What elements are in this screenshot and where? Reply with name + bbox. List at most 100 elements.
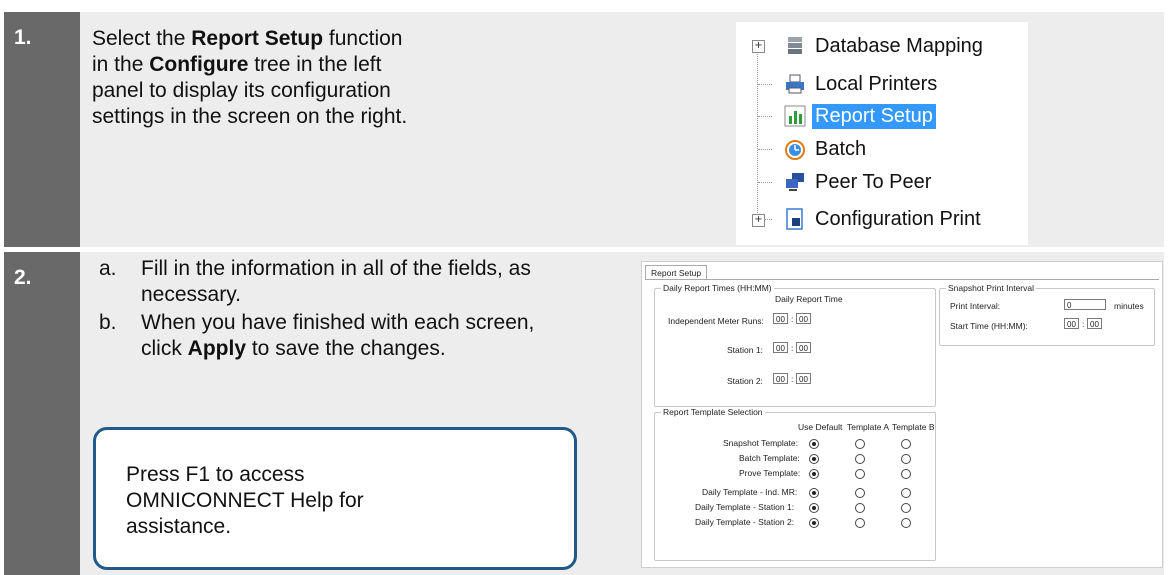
radio-use-default[interactable] (809, 454, 819, 464)
report-chart-icon (784, 105, 806, 127)
callout-text: Press F1 to access OMNICONNECT Help for … (126, 463, 364, 538)
apply-bold-text: Apply (187, 337, 247, 360)
radio-use-default[interactable] (809, 469, 819, 479)
row-label: Station 2: (727, 376, 763, 386)
tab-report-setup[interactable]: Report Setup (645, 265, 708, 280)
radio-template-b[interactable] (901, 518, 911, 528)
radio-template-b[interactable] (901, 488, 911, 498)
column-header-template-a: Template A (847, 422, 890, 432)
column-header-use-default: Use Default (798, 422, 843, 432)
tree-connector (757, 50, 758, 225)
time-separator: : (791, 374, 794, 384)
time-separator: : (791, 343, 794, 353)
tree-item-label: Local Printers (815, 72, 938, 95)
print-interval-field[interactable]: 0 (1064, 299, 1106, 310)
tree-item-peer-to-peer[interactable]: Peer To Peer (784, 166, 934, 198)
step-1-instruction: Select the Report Setup function in the … (92, 26, 422, 130)
minutes-field[interactable]: 00 (796, 373, 811, 384)
template-row-label: Daily Template - Ind. MR: (702, 487, 798, 497)
tree-connector (758, 84, 772, 85)
column-header-template-b: Template B (892, 422, 935, 432)
list-marker: a. (99, 257, 117, 280)
radio-use-default[interactable] (809, 503, 819, 513)
radio-template-a[interactable] (855, 469, 865, 479)
tree-item-label: Batch (815, 137, 867, 160)
print-interval-label: Print Interval: (950, 301, 1001, 311)
column-header: Daily Report Time (775, 294, 843, 304)
daily-report-times-group: Daily Report Times (HH:MM) Daily Report … (654, 283, 936, 407)
template-row-label: Daily Template - Station 2: (695, 517, 795, 527)
step-row-2: 2. a. Fill in the information in all of … (4, 252, 1164, 575)
expand-icon[interactable]: + (752, 214, 765, 227)
group-title: Snapshot Print Interval (946, 283, 1036, 293)
radio-template-b[interactable] (901, 469, 911, 479)
step-number-cell: 1. (4, 12, 80, 247)
report-template-selection-group: Report Template Selection Use Default Te… (654, 407, 936, 561)
clock-icon (784, 138, 806, 160)
hours-field[interactable]: 00 (773, 313, 788, 324)
radio-template-a[interactable] (855, 488, 865, 498)
tree-item-label: Report Setup (812, 103, 936, 129)
instruction-bold-configure: Configure (149, 53, 249, 76)
tree-item-local-printers[interactable]: Local Printers (784, 68, 940, 100)
step-number-cell: 2. (4, 252, 80, 575)
radio-template-b[interactable] (901, 454, 911, 464)
tree-item-label: Configuration Print (815, 207, 981, 230)
radio-template-b[interactable] (901, 503, 911, 513)
tree-connector (758, 116, 772, 117)
template-row-label: Snapshot Template: (723, 438, 798, 448)
template-row-label: Daily Template - Station 1: (695, 502, 795, 512)
radio-use-default[interactable] (809, 439, 819, 449)
tree-item-database-mapping[interactable]: Database Mapping (784, 30, 986, 62)
row-label: Independent Meter Runs: (668, 316, 764, 326)
expand-icon[interactable]: + (752, 40, 765, 53)
step-number: 2. (14, 266, 32, 289)
group-title: Report Template Selection (661, 407, 765, 417)
tree-connector (758, 149, 772, 150)
step-number: 1. (14, 26, 32, 49)
row-label: Station 1: (727, 345, 763, 355)
hours-field[interactable]: 00 (773, 342, 788, 353)
tree-connector (764, 219, 772, 220)
start-hours-field[interactable]: 00 (1064, 318, 1079, 329)
radio-template-b[interactable] (901, 439, 911, 449)
list-item: a. Fill in the information in all of the… (99, 256, 539, 308)
tree-item-batch[interactable]: Batch (784, 133, 869, 165)
step-row-1: 1. Select the Report Setup function in t… (4, 12, 1164, 247)
report-setup-screenshot: Report Setup Daily Report Times (HH:MM) … (641, 261, 1163, 568)
tree-item-configuration-print[interactable]: Configuration Print (784, 203, 984, 235)
template-row-label: Prove Template: (739, 468, 801, 478)
minutes-field[interactable]: 00 (796, 342, 811, 353)
page-icon (784, 208, 806, 230)
tree-connector (758, 182, 772, 183)
minutes-field[interactable]: 00 (796, 313, 811, 324)
database-icon (784, 35, 806, 57)
start-time-label: Start Time (HH:MM): (950, 321, 1028, 331)
radio-template-a[interactable] (855, 454, 865, 464)
tree-item-label: Database Mapping (815, 34, 983, 57)
radio-template-a[interactable] (855, 503, 865, 513)
radio-use-default[interactable] (809, 518, 819, 528)
group-title: Daily Report Times (HH:MM) (661, 283, 774, 293)
computers-icon (784, 171, 806, 193)
tree-item-report-setup[interactable]: Report Setup (784, 100, 936, 132)
start-minutes-field[interactable]: 00 (1087, 318, 1102, 329)
hours-field[interactable]: 00 (773, 373, 788, 384)
time-separator: : (791, 314, 794, 324)
list-item-text: Fill in the information in all of the fi… (141, 257, 531, 306)
instruction-text: Select the (92, 27, 192, 50)
instruction-list: a. Fill in the information in all of the… (99, 256, 539, 364)
instruction-bold-report-setup: Report Setup (191, 27, 324, 50)
tab-divider (645, 279, 1159, 280)
configure-tree-screenshot: + Database Mapping Local Printers Report… (736, 22, 1028, 245)
radio-template-a[interactable] (855, 439, 865, 449)
list-marker: b. (99, 311, 117, 334)
time-separator: : (1082, 319, 1085, 329)
template-row-label: Batch Template: (739, 453, 800, 463)
radio-template-a[interactable] (855, 518, 865, 528)
tree-item-label: Peer To Peer (815, 170, 932, 193)
radio-use-default[interactable] (809, 488, 819, 498)
snapshot-print-interval-group: Snapshot Print Interval Print Interval: … (939, 283, 1155, 346)
list-item: b. When you have finished with each scre… (99, 310, 539, 362)
printer-icon (784, 73, 806, 95)
